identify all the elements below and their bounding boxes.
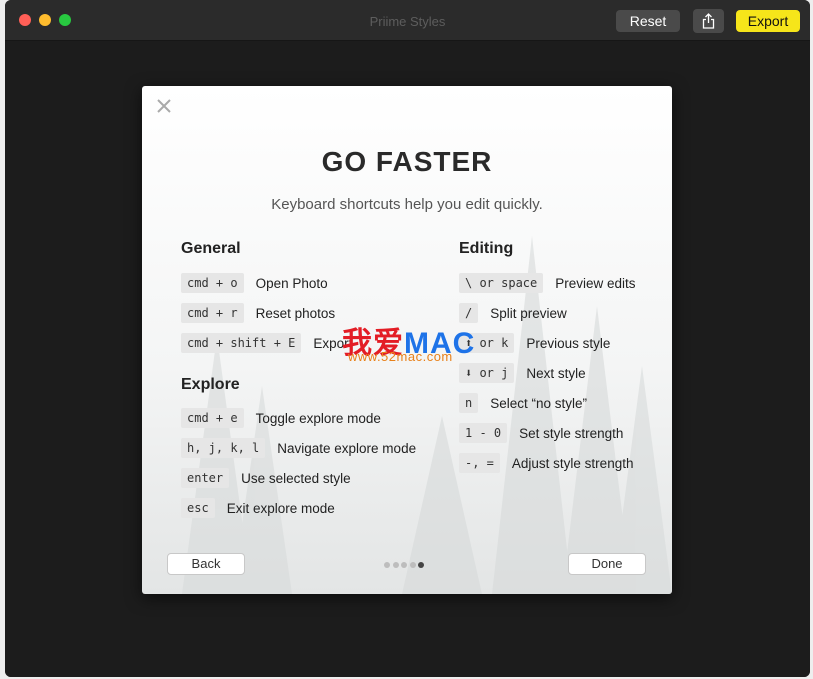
- section-general-title: General: [181, 240, 241, 257]
- shortcut-row: cmd + r Reset photos: [181, 302, 335, 324]
- shortcut-row: enter Use selected style: [181, 467, 351, 489]
- back-button[interactable]: Back: [167, 553, 245, 575]
- shortcut-row: cmd + shift + E Export: [181, 332, 352, 354]
- shortcut-key: enter: [181, 468, 230, 488]
- shortcut-row: n Select “no style”: [459, 392, 587, 414]
- section-explore-title: Explore: [181, 376, 240, 393]
- shortcut-label: Previous style: [526, 335, 611, 351]
- shortcut-key: esc: [181, 498, 215, 518]
- shortcut-key: ⬇ or j: [459, 363, 515, 383]
- page-dot[interactable]: [401, 562, 407, 568]
- shortcut-key: cmd + shift + E: [181, 333, 302, 353]
- shortcut-label: Split preview: [490, 305, 567, 321]
- shortcut-key: \ or space: [459, 273, 544, 293]
- shortcut-label: Set style strength: [519, 425, 624, 441]
- shortcut-row: -, = Adjust style strength: [459, 452, 633, 474]
- shortcut-row: \ or space Preview edits: [459, 272, 636, 294]
- shortcut-row: ⬆ or k Previous style: [459, 332, 610, 354]
- page-dot[interactable]: [409, 562, 416, 568]
- export-button[interactable]: Export: [736, 10, 800, 32]
- share-icon: [702, 13, 715, 29]
- section-editing-title: Editing: [459, 240, 514, 257]
- page-dot[interactable]: [392, 562, 399, 568]
- shortcut-label: Use selected style: [241, 470, 351, 486]
- page-dot-active[interactable]: [418, 562, 424, 568]
- shortcut-label: Adjust style strength: [511, 455, 634, 471]
- shortcuts-dialog: GO FASTER Keyboard shortcuts help you ed…: [142, 86, 672, 594]
- reset-button[interactable]: Reset: [616, 10, 680, 32]
- shortcut-label: Toggle explore mode: [255, 410, 381, 426]
- shortcut-key: -, =: [459, 453, 500, 473]
- page-dot[interactable]: [384, 562, 390, 568]
- shortcut-key: cmd + e: [181, 408, 244, 428]
- window-title: Priime Styles: [369, 14, 446, 29]
- shortcut-label: Navigate explore mode: [277, 440, 417, 456]
- shortcut-row: 1 - 0 Set style strength: [459, 422, 623, 444]
- shortcut-row: h, j, k, l Navigate explore mode: [181, 437, 416, 459]
- share-button[interactable]: [693, 9, 724, 33]
- shortcut-key: cmd + o: [181, 273, 244, 293]
- shortcut-row: cmd + o Open Photo: [181, 272, 328, 294]
- shortcut-key: cmd + r: [181, 303, 244, 323]
- shortcut-key: n: [459, 393, 479, 413]
- shortcut-key: h, j, k, l: [181, 438, 266, 458]
- title-bar: Priime Styles Reset Export: [5, 0, 810, 41]
- shortcut-label: Exit explore mode: [226, 500, 335, 516]
- shortcut-key: 1 - 0: [459, 423, 508, 443]
- shortcut-label: Reset photos: [255, 305, 336, 321]
- dialog-headline: GO FASTER: [321, 146, 493, 177]
- shortcut-row: cmd + e Toggle explore mode: [181, 407, 381, 429]
- close-icon[interactable]: [156, 98, 172, 114]
- shortcut-row: ⬇ or j Next style: [459, 362, 586, 384]
- shortcut-label: Preview edits: [555, 275, 636, 291]
- pagination-dots: [384, 562, 427, 568]
- shortcut-label: Next style: [526, 365, 586, 381]
- shortcut-row: esc Exit explore mode: [181, 497, 335, 519]
- done-button[interactable]: Done: [568, 553, 646, 575]
- app-window: Priime Styles Reset Export GO FASTER Key…: [5, 0, 810, 677]
- dialog-subtitle: Keyboard shortcuts help you edit quickly…: [271, 196, 543, 213]
- watermark-url: www.52mac.com: [348, 349, 453, 364]
- shortcut-label: Open Photo: [255, 275, 328, 291]
- photo-canvas: GO FASTER Keyboard shortcuts help you ed…: [5, 41, 810, 677]
- shortcut-label: Select “no style”: [490, 395, 588, 411]
